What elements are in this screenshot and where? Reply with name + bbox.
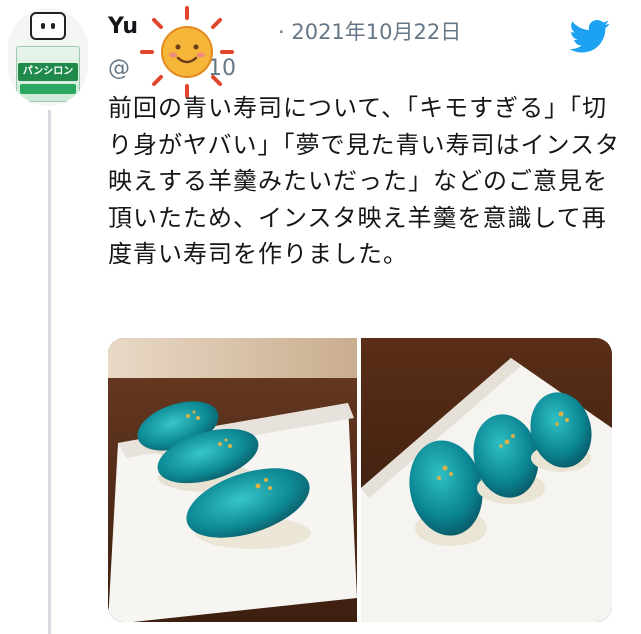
- thread-line: [48, 110, 51, 634]
- product-band-decoration: [20, 84, 76, 94]
- smiling-sun-sticker: [140, 6, 234, 98]
- blue-sushi-photo-right[interactable]: [361, 338, 612, 622]
- mascot-face-icon: [30, 12, 66, 40]
- tweet-date[interactable]: · 2021年10月22日: [278, 16, 461, 46]
- tweet-text: 前回の青い寿司について、「キモすぎる」「切り身がヤバい」「夢で見た青い寿司はイン…: [108, 94, 621, 268]
- product-label: パンシロン: [18, 63, 78, 81]
- media-grid[interactable]: [108, 338, 612, 622]
- avatar[interactable]: パンシロン: [8, 8, 88, 106]
- blue-sushi-photo-left[interactable]: [108, 338, 357, 622]
- handle-prefix: @: [108, 56, 130, 81]
- tweet-card[interactable]: パンシロン Yu @10 · 2021年10月22日 前回の青い寿司について、「…: [0, 0, 641, 634]
- twitter-bird-icon[interactable]: [568, 16, 612, 56]
